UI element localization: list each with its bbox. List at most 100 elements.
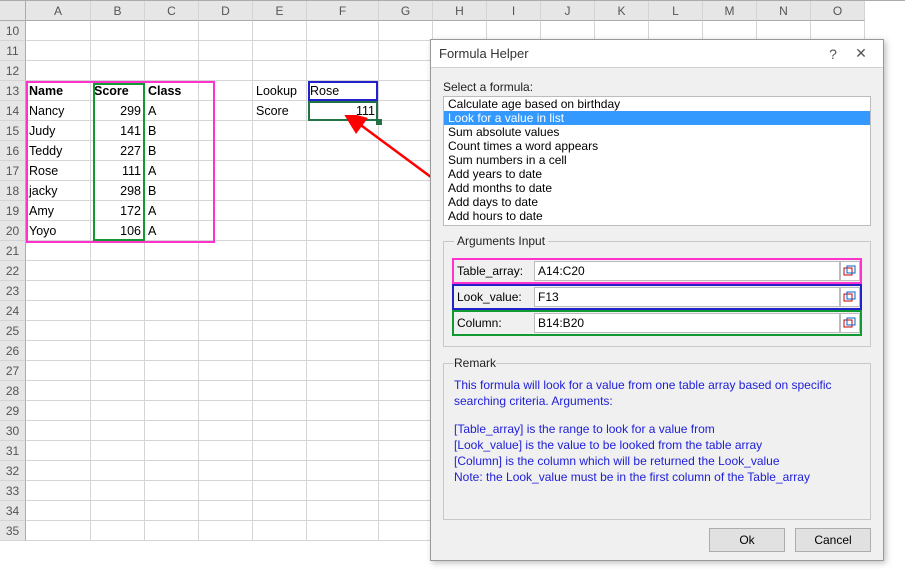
cell-M10[interactable]	[703, 21, 757, 41]
cell-G33[interactable]	[379, 481, 433, 501]
help-icon[interactable]: ?	[819, 46, 847, 62]
cell-G35[interactable]	[379, 521, 433, 541]
cell-A23[interactable]	[26, 281, 91, 301]
cell-E22[interactable]	[253, 261, 307, 281]
cell-E16[interactable]	[253, 141, 307, 161]
cell-G28[interactable]	[379, 381, 433, 401]
cell-G15[interactable]	[379, 121, 433, 141]
cell-F18[interactable]	[307, 181, 379, 201]
cell-D22[interactable]	[199, 261, 253, 281]
cell-C24[interactable]	[145, 301, 199, 321]
cell-C30[interactable]	[145, 421, 199, 441]
rowhead-29[interactable]: 29	[0, 401, 26, 421]
table-array-input[interactable]	[534, 261, 840, 281]
cell-B23[interactable]	[91, 281, 145, 301]
cell-E26[interactable]	[253, 341, 307, 361]
formula-item[interactable]: Add hours to date	[444, 209, 870, 223]
close-icon[interactable]: ✕	[847, 45, 875, 62]
cell-D13[interactable]	[199, 81, 253, 101]
cell-D35[interactable]	[199, 521, 253, 541]
cell-E15[interactable]	[253, 121, 307, 141]
cell-B27[interactable]	[91, 361, 145, 381]
cell-A14[interactable]: Nancy	[26, 101, 91, 121]
cell-A15[interactable]: Judy	[26, 121, 91, 141]
rowhead-32[interactable]: 32	[0, 461, 26, 481]
cell-G19[interactable]	[379, 201, 433, 221]
cell-F15[interactable]	[307, 121, 379, 141]
formula-item[interactable]: Sum numbers in a cell	[444, 153, 870, 167]
cell-D28[interactable]	[199, 381, 253, 401]
cell-B29[interactable]	[91, 401, 145, 421]
cell-F25[interactable]	[307, 321, 379, 341]
rowhead-11[interactable]: 11	[0, 41, 26, 61]
cell-C13[interactable]: Class	[145, 81, 199, 101]
cell-D19[interactable]	[199, 201, 253, 221]
corner[interactable]	[0, 1, 26, 21]
col-B[interactable]: B	[91, 1, 145, 21]
cell-G20[interactable]	[379, 221, 433, 241]
rowhead-31[interactable]: 31	[0, 441, 26, 461]
cell-J10[interactable]	[541, 21, 595, 41]
cell-G14[interactable]	[379, 101, 433, 121]
cell-B13[interactable]: Score	[91, 81, 145, 101]
formula-item[interactable]: Add days to date	[444, 195, 870, 209]
cell-B31[interactable]	[91, 441, 145, 461]
formula-item[interactable]: Calculate age based on birthday	[444, 97, 870, 111]
cell-A29[interactable]	[26, 401, 91, 421]
cell-D15[interactable]	[199, 121, 253, 141]
cell-D20[interactable]	[199, 221, 253, 241]
cell-F24[interactable]	[307, 301, 379, 321]
rowhead-17[interactable]: 17	[0, 161, 26, 181]
cell-E17[interactable]	[253, 161, 307, 181]
cell-F22[interactable]	[307, 261, 379, 281]
cell-G30[interactable]	[379, 421, 433, 441]
cell-C26[interactable]	[145, 341, 199, 361]
column-picker[interactable]	[840, 313, 860, 333]
cell-A25[interactable]	[26, 321, 91, 341]
cell-A31[interactable]	[26, 441, 91, 461]
cell-D23[interactable]	[199, 281, 253, 301]
cell-G29[interactable]	[379, 401, 433, 421]
cell-E23[interactable]	[253, 281, 307, 301]
formula-item[interactable]: Add minutes to date	[444, 223, 870, 226]
rowhead-20[interactable]: 20	[0, 221, 26, 241]
cell-E21[interactable]	[253, 241, 307, 261]
cell-N10[interactable]	[757, 21, 811, 41]
cell-G16[interactable]	[379, 141, 433, 161]
rowhead-25[interactable]: 25	[0, 321, 26, 341]
cell-B32[interactable]	[91, 461, 145, 481]
cell-F35[interactable]	[307, 521, 379, 541]
cell-D25[interactable]	[199, 321, 253, 341]
col-G[interactable]: G	[379, 1, 433, 21]
rowhead-12[interactable]: 12	[0, 61, 26, 81]
cell-C11[interactable]	[145, 41, 199, 61]
cell-O10[interactable]	[811, 21, 865, 41]
cell-C34[interactable]	[145, 501, 199, 521]
col-A[interactable]: A	[26, 1, 91, 21]
cell-C15[interactable]: B	[145, 121, 199, 141]
cell-F17[interactable]	[307, 161, 379, 181]
cell-F10[interactable]	[307, 21, 379, 41]
col-M[interactable]: M	[703, 1, 757, 21]
cell-C10[interactable]	[145, 21, 199, 41]
cell-G17[interactable]	[379, 161, 433, 181]
col-I[interactable]: I	[487, 1, 541, 21]
cell-D14[interactable]	[199, 101, 253, 121]
cell-F19[interactable]	[307, 201, 379, 221]
cell-G23[interactable]	[379, 281, 433, 301]
col-C[interactable]: C	[145, 1, 199, 21]
cell-E31[interactable]	[253, 441, 307, 461]
cell-F12[interactable]	[307, 61, 379, 81]
cell-A27[interactable]	[26, 361, 91, 381]
cell-K10[interactable]	[595, 21, 649, 41]
cell-B15[interactable]: 141	[91, 121, 145, 141]
cell-B21[interactable]	[91, 241, 145, 261]
col-D[interactable]: D	[199, 1, 253, 21]
rowhead-10[interactable]: 10	[0, 21, 26, 41]
cell-C19[interactable]: A	[145, 201, 199, 221]
cell-G10[interactable]	[379, 21, 433, 41]
col-F[interactable]: F	[307, 1, 379, 21]
titlebar[interactable]: Formula Helper ? ✕	[431, 40, 883, 68]
cell-F26[interactable]	[307, 341, 379, 361]
cell-A17[interactable]: Rose	[26, 161, 91, 181]
